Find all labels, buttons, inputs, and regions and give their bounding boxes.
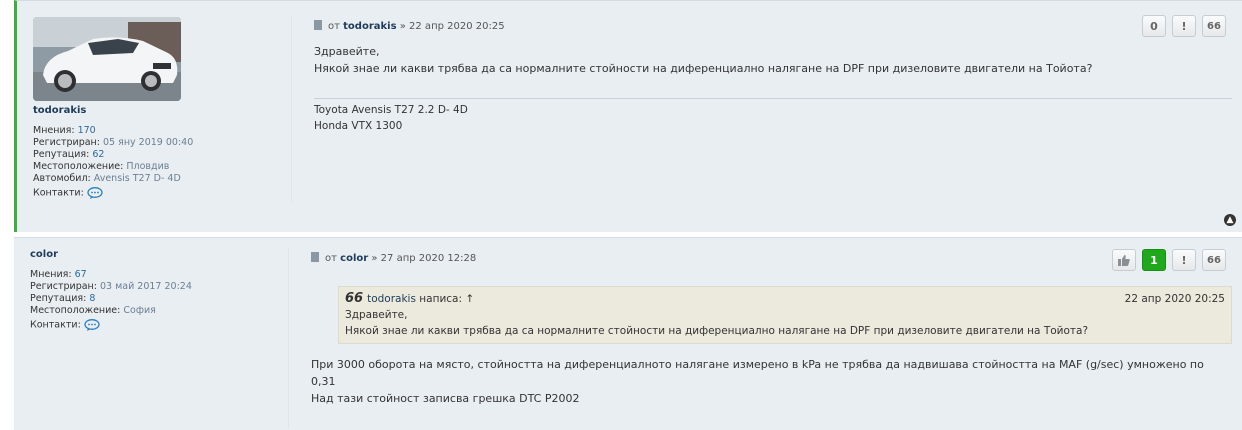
label: Регистриран:	[30, 281, 97, 292]
report-button[interactable]: !	[1172, 15, 1196, 37]
posts-count-link[interactable]: 170	[78, 125, 96, 136]
report-button[interactable]: !	[1172, 249, 1196, 271]
post-doc-icon[interactable]	[314, 20, 322, 30]
post-body: от todorakis » 22 апр 2020 20:25 Здравей…	[314, 20, 1232, 134]
user-profile: todorakis Мнения: 170 Регистриран: 05 ян…	[33, 105, 293, 200]
location-value: Пловдив	[126, 161, 170, 172]
username-link[interactable]: color	[30, 249, 290, 261]
signature: Toyota Avensis T27 2.2 D- 4D Honda VTX 1…	[314, 98, 1232, 134]
label: Регистриран:	[33, 137, 100, 148]
post-meta: от color » 27 апр 2020 12:28	[311, 252, 1232, 266]
profile-divider	[291, 17, 292, 203]
profile-registered-row: Регистриран: 05 яну 2019 00:40	[33, 137, 293, 149]
post-date: 27 апр 2020 12:28	[380, 253, 477, 264]
content-line: При 3000 оборота на място, стойността на…	[311, 358, 1204, 371]
quote-icon: 66	[1207, 20, 1221, 32]
profile-reputation-row: Репутация: 8	[30, 293, 290, 305]
content-line: Някой знае ли какви трябва да са нормалн…	[314, 62, 1093, 75]
quote-line: Здравейте,	[345, 309, 408, 321]
content-line: 0,31	[311, 375, 336, 388]
label: Местоположение:	[33, 161, 124, 172]
post-author-link[interactable]: todorakis	[343, 21, 396, 32]
label: Мнения:	[33, 125, 75, 136]
label: Репутация:	[33, 149, 90, 160]
post-1: todorakis Мнения: 170 Регистриран: 05 ян…	[14, 0, 1242, 232]
registered-value: 05 яну 2019 00:40	[103, 137, 194, 148]
location-value: София	[123, 305, 156, 316]
post-author-link[interactable]: color	[340, 253, 368, 264]
profile-contacts-row: Контакти:	[30, 319, 290, 332]
separator: »	[371, 253, 378, 264]
quote-mark-icon: 66	[345, 291, 364, 306]
signature-line: Honda VTX 1300	[314, 120, 403, 132]
signature-line: Toyota Avensis T27 2.2 D- 4D	[314, 104, 468, 116]
post-body: от color » 27 апр 2020 12:28 66 todorakis…	[311, 252, 1232, 407]
quote-wrote[interactable]: написа: ↑	[419, 293, 474, 305]
separator: »	[399, 21, 406, 32]
label: Автомобил:	[33, 173, 91, 184]
thumbs-up-icon	[1118, 254, 1130, 266]
quote-header: 66 todorakis написа: ↑ 22 апр 2020 20:25	[345, 291, 1225, 307]
quote-attribution: 66 todorakis написа: ↑	[345, 291, 474, 307]
label: Местоположение:	[30, 305, 121, 316]
posts-count-link[interactable]: 67	[75, 269, 87, 280]
profile-location-row: Местоположение: София	[30, 305, 290, 317]
post-actions: 0 ! 66	[1142, 15, 1226, 37]
quote-icon: 66	[1207, 254, 1221, 266]
chat-icon[interactable]	[84, 319, 100, 331]
from-label: от	[328, 21, 340, 32]
profile-posts-row: Мнения: 170	[33, 125, 293, 137]
username-link[interactable]: todorakis	[33, 105, 293, 117]
post-content: При 3000 оборота на място, стойността на…	[311, 356, 1232, 407]
chat-icon[interactable]	[87, 187, 103, 199]
quote-button[interactable]: 66	[1202, 15, 1226, 37]
profile-reputation-row: Репутация: 62	[33, 149, 293, 161]
label: Репутация:	[30, 293, 87, 304]
reputation-count-button[interactable]: 0	[1142, 15, 1166, 37]
post-content: Здравейте, Някой знае ли какви трябва да…	[314, 43, 1232, 77]
reputation-link[interactable]: 62	[92, 149, 104, 160]
profile-divider	[288, 248, 289, 428]
label: Мнения:	[30, 269, 72, 280]
back-to-top-icon[interactable]: ▲	[1224, 214, 1236, 226]
profile-registered-row: Регистриран: 03 май 2017 20:24	[30, 281, 290, 293]
reputation-link[interactable]: 8	[89, 293, 95, 304]
post-doc-icon[interactable]	[311, 252, 319, 262]
profile-location-row: Местоположение: Пловдив	[33, 161, 293, 173]
profile-posts-row: Мнения: 67	[30, 269, 290, 281]
quote-block: 66 todorakis написа: ↑ 22 апр 2020 20:25 …	[338, 286, 1232, 344]
avatar[interactable]	[33, 17, 181, 101]
quote-line: Някой знае ли какви трябва да са нормалн…	[345, 325, 1089, 337]
profile-car-row: Автомобил: Avensis T27 D- 4D	[33, 173, 293, 185]
quote-date: 22 апр 2020 20:25	[1124, 293, 1225, 305]
car-value: Avensis T27 D- 4D	[93, 173, 181, 184]
label: Контакти:	[33, 187, 84, 199]
from-label: от	[325, 253, 337, 264]
post-meta: от todorakis » 22 апр 2020 20:25	[314, 20, 1232, 34]
profile-contacts-row: Контакти:	[33, 187, 293, 200]
content-line: Здравейте,	[314, 45, 380, 58]
post-2: color Мнения: 67 Регистриран: 03 май 201…	[14, 237, 1242, 430]
content-line: Над тази стойност записва грешка DTC P20…	[311, 392, 580, 405]
like-button[interactable]	[1112, 249, 1136, 271]
user-profile: color Мнения: 67 Регистриран: 03 май 201…	[30, 249, 290, 332]
reputation-count-button[interactable]: 1	[1142, 249, 1166, 271]
quote-author-link[interactable]: todorakis	[367, 293, 416, 305]
label: Контакти:	[30, 319, 81, 331]
car-avatar-image	[33, 17, 181, 101]
post-actions: 1 ! 66	[1112, 249, 1226, 271]
post-date: 22 апр 2020 20:25	[409, 21, 505, 32]
quote-button[interactable]: 66	[1202, 249, 1226, 271]
registered-value: 03 май 2017 20:24	[100, 281, 192, 292]
